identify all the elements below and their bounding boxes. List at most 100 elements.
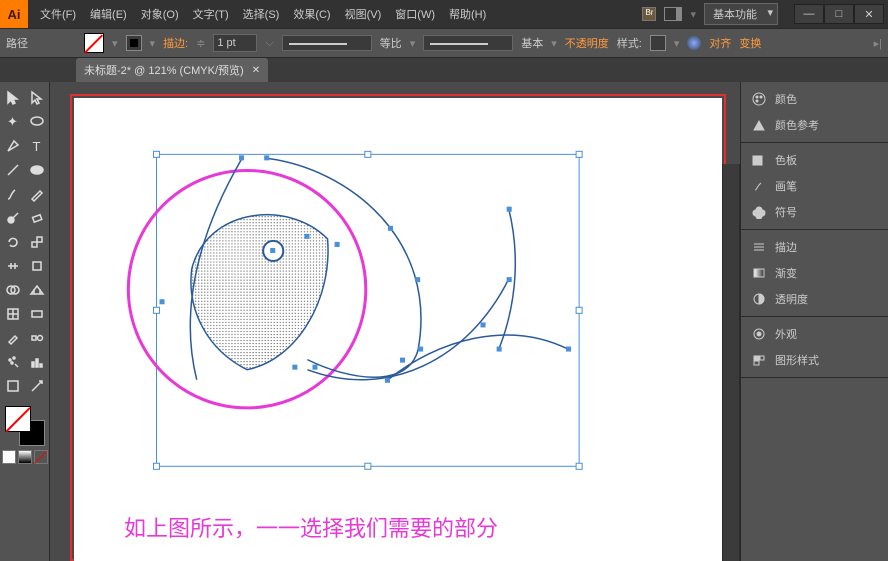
width-profile[interactable]	[282, 35, 372, 51]
menu-file[interactable]: 文件(F)	[34, 3, 82, 25]
shape-builder-tool[interactable]	[1, 278, 25, 302]
align-label[interactable]: 对齐	[709, 35, 731, 51]
pen-tool[interactable]	[1, 134, 25, 158]
panel-swatches[interactable]: 色板	[741, 147, 888, 173]
stroke-icon	[751, 239, 767, 255]
magic-wand-tool[interactable]: ✦	[1, 110, 25, 134]
panel-color[interactable]: 颜色	[741, 86, 888, 112]
transform-label[interactable]: 变换	[739, 35, 761, 51]
type-tool[interactable]: T	[25, 134, 49, 158]
line-tool[interactable]	[1, 158, 25, 182]
panel-stroke[interactable]: 描边	[741, 234, 888, 260]
blob-brush-tool[interactable]	[1, 206, 25, 230]
pencil-tool[interactable]	[25, 182, 49, 206]
panel-label: 渐变	[775, 265, 797, 281]
panel-transparency[interactable]: 透明度	[741, 286, 888, 312]
brush-tool[interactable]	[1, 182, 25, 206]
window-maximize[interactable]: □	[824, 4, 854, 24]
fill-swatch[interactable]	[84, 33, 104, 53]
scale-tool[interactable]	[25, 230, 49, 254]
window-close[interactable]: ✕	[854, 4, 884, 24]
uniform-label: 等比	[380, 35, 402, 51]
panel-label: 透明度	[775, 291, 808, 307]
recolor-icon[interactable]	[687, 36, 701, 50]
document-tabs: 未标题-2* @ 121% (CMYK/预览) ✕	[0, 58, 888, 82]
slice-tool[interactable]	[25, 374, 49, 398]
canvas-area[interactable]: 如上图所示，一一选择我们需要的部分	[50, 82, 740, 561]
panel-graphic-styles[interactable]: 图形样式	[741, 347, 888, 373]
stroke-label[interactable]: 描边:	[163, 35, 188, 51]
color-mode-icon[interactable]	[2, 450, 16, 464]
panel-brushes[interactable]: 画笔	[741, 173, 888, 199]
menu-help[interactable]: 帮助(H)	[443, 3, 492, 25]
mesh-tool[interactable]	[1, 302, 25, 326]
menu-type[interactable]: 文字(T)	[187, 3, 235, 25]
menu-edit[interactable]: 编辑(E)	[84, 3, 133, 25]
style-label: 样式:	[617, 35, 642, 51]
brush-icon	[751, 178, 767, 194]
gradient-icon	[751, 265, 767, 281]
panel-dock-strip[interactable]	[722, 164, 740, 561]
artboard[interactable]: 如上图所示，一一选择我们需要的部分	[74, 98, 722, 561]
menu-select[interactable]: 选择(S)	[237, 3, 286, 25]
menu-window[interactable]: 窗口(W)	[389, 3, 441, 25]
color-guide-icon	[751, 117, 767, 133]
menu-effect[interactable]: 效果(C)	[287, 3, 336, 25]
arrange-docs-icon[interactable]	[664, 7, 682, 21]
document-tab[interactable]: 未标题-2* @ 121% (CMYK/预览) ✕	[76, 58, 268, 82]
window-minimize[interactable]: —	[794, 4, 824, 24]
tools-panel: ✦ T	[0, 82, 50, 561]
graphic-styles-icon	[751, 352, 767, 368]
panel-gradient[interactable]: 渐变	[741, 260, 888, 286]
panel-color-guide[interactable]: 颜色参考	[741, 112, 888, 138]
menu-object[interactable]: 对象(O)	[135, 3, 185, 25]
tutorial-caption: 如上图所示，一一选择我们需要的部分	[124, 511, 498, 543]
panel-label: 符号	[775, 204, 797, 220]
free-transform-tool[interactable]	[25, 254, 49, 278]
gradient-tool[interactable]	[25, 302, 49, 326]
perspective-tool[interactable]	[25, 278, 49, 302]
artwork	[74, 98, 722, 561]
symbol-sprayer-tool[interactable]	[1, 350, 25, 374]
lasso-tool[interactable]	[25, 110, 49, 134]
panel-label: 颜色	[775, 91, 797, 107]
stroke-swatch[interactable]	[126, 35, 142, 51]
workspace-dropdown[interactable]: 基本功能	[704, 3, 778, 25]
fill-stroke-indicator[interactable]	[5, 406, 45, 446]
right-panels: 颜色 颜色参考 色板 画笔 符号 描边 渐变 透明度 外观 图形样式	[740, 82, 888, 561]
gradient-mode-icon[interactable]	[18, 450, 32, 464]
tab-title: 未标题-2* @ 121% (CMYK/预览)	[84, 62, 244, 78]
basic-label: 基本	[521, 35, 543, 51]
graph-tool[interactable]	[25, 350, 49, 374]
selection-mode: 路径	[6, 35, 28, 51]
width-tool[interactable]	[1, 254, 25, 278]
tab-close-icon[interactable]: ✕	[252, 65, 260, 76]
panel-label: 图形样式	[775, 352, 819, 368]
eraser-tool[interactable]	[25, 206, 49, 230]
appearance-icon	[751, 326, 767, 342]
panel-appearance[interactable]: 外观	[741, 321, 888, 347]
palette-icon	[751, 91, 767, 107]
rotate-tool[interactable]	[1, 230, 25, 254]
brush-definition[interactable]	[423, 35, 513, 51]
panel-label: 画笔	[775, 178, 797, 194]
blend-tool[interactable]	[25, 326, 49, 350]
eyedropper-tool[interactable]	[1, 326, 25, 350]
artboard-tool[interactable]	[1, 374, 25, 398]
panel-symbols[interactable]: 符号	[741, 199, 888, 225]
opacity-label[interactable]: 不透明度	[565, 35, 609, 51]
symbols-icon	[751, 204, 767, 220]
direct-selection-tool[interactable]	[25, 86, 49, 110]
stroke-weight-input[interactable]	[213, 34, 257, 52]
transparency-icon	[751, 291, 767, 307]
selection-tool[interactable]	[1, 86, 25, 110]
menu-bar: 文件(F) 编辑(E) 对象(O) 文字(T) 选择(S) 效果(C) 视图(V…	[34, 3, 492, 25]
ellipse-tool[interactable]	[25, 158, 49, 182]
control-bar: 路径 ▾ ▾ 描边: ≑ ⌵ 等比▾ 基本▾ 不透明度 样式: ▾ 对齐 变换 …	[0, 28, 888, 58]
none-mode-icon[interactable]	[34, 450, 48, 464]
title-bar: Ai 文件(F) 编辑(E) 对象(O) 文字(T) 选择(S) 效果(C) 视…	[0, 0, 888, 28]
menu-view[interactable]: 视图(V)	[339, 3, 388, 25]
bridge-button[interactable]: Br	[642, 7, 656, 21]
panel-label: 颜色参考	[775, 117, 819, 133]
style-swatch[interactable]	[650, 35, 666, 51]
